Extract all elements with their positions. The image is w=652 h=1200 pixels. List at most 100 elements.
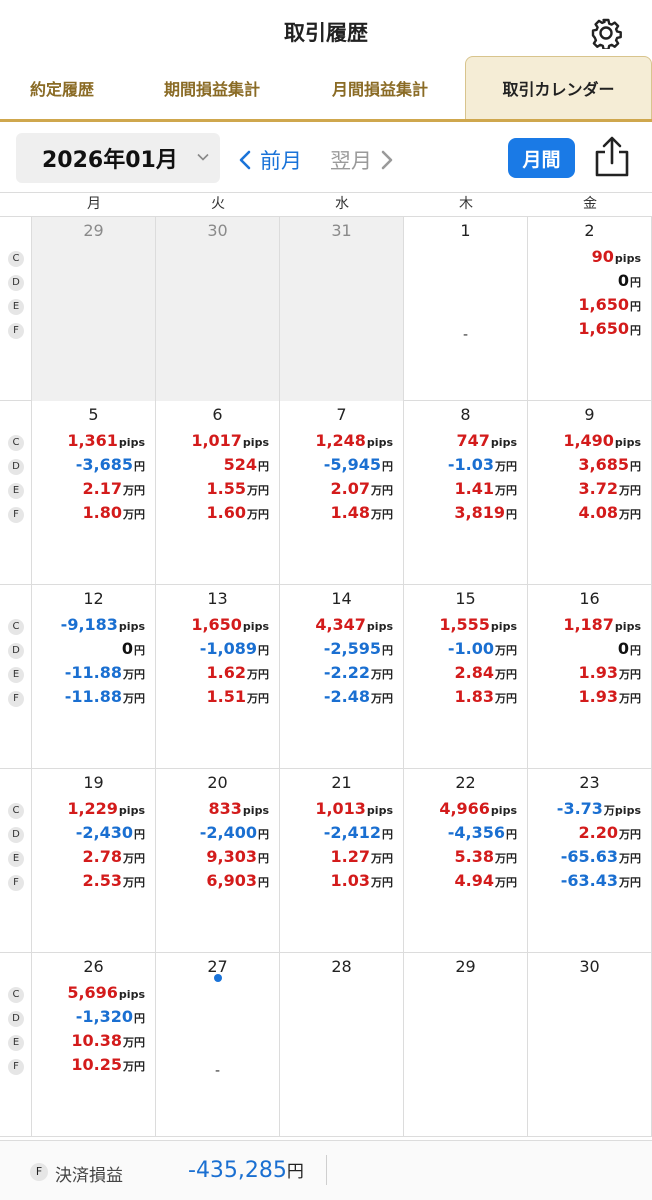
tab-period-pl[interactable]: 期間損益集計: [130, 56, 294, 119]
value-unit: 万円: [371, 852, 393, 865]
row-label-badge: D: [8, 459, 24, 475]
day-value: 1.41万円: [455, 479, 517, 498]
calendar-day[interactable]: 30: [156, 217, 280, 401]
value-number: 90: [591, 247, 614, 266]
calendar-day[interactable]: 2 90pips 0円 1,650円 1,650円: [528, 217, 652, 401]
value-unit: 円: [134, 828, 145, 841]
value-unit: 万円: [123, 1036, 145, 1049]
value-number: -3.73: [556, 799, 603, 818]
value-number: -2,400: [199, 823, 257, 842]
calendar-day[interactable]: 31: [280, 217, 404, 401]
value-unit: 円: [258, 828, 269, 841]
day-value: 1,490pips: [563, 431, 641, 450]
value-unit: 円: [506, 508, 517, 521]
calendar-day[interactable]: 1-: [404, 217, 528, 401]
value-unit: 円: [382, 460, 393, 473]
day-value: 1,187pips: [563, 615, 641, 634]
calendar-day[interactable]: 29: [404, 953, 528, 1137]
day-value: -11.88万円: [65, 663, 145, 682]
calendar-day[interactable]: 26 5,696pips -1,320円 10.38万円 10.25万円: [32, 953, 156, 1137]
value-unit: 万円: [371, 484, 393, 497]
day-number: 6: [212, 405, 223, 424]
calendar-day[interactable]: 23 -3.73万pips 2.20万円 -65.63万円 -63.43万円: [528, 769, 652, 953]
next-month-button[interactable]: 翌月: [330, 145, 396, 175]
calendar-day[interactable]: 16 1,187pips 0円 1.93万円 1.93万円: [528, 585, 652, 769]
value-unit: 円: [506, 828, 517, 841]
calendar-day[interactable]: 30: [528, 953, 652, 1137]
calendar-day[interactable]: 29: [32, 217, 156, 401]
value-number: 1,650: [191, 615, 242, 634]
calendar-day[interactable]: 8 747pips -1.03万円 1.41万円 3,819円: [404, 401, 528, 585]
calendar-day[interactable]: 13 1,650pips -1,089円 1.62万円 1.51万円: [156, 585, 280, 769]
next-month-label: 翌月: [330, 149, 372, 173]
monthly-button[interactable]: 月間: [508, 138, 575, 178]
calendar-day[interactable]: 28: [280, 953, 404, 1137]
value-unit: 円: [134, 460, 145, 473]
value-number: 10.38: [71, 1031, 122, 1050]
month-select[interactable]: 2026年01月: [16, 133, 220, 183]
calendar-day[interactable]: 7 1,248pips -5,945円 2.07万円 1.48万円: [280, 401, 404, 585]
value-number: 1,650: [578, 319, 629, 338]
day-value: 6,903円: [206, 871, 269, 890]
day-value: 1,650円: [578, 319, 641, 338]
value-unit: 円: [258, 852, 269, 865]
day-value: 1.93万円: [579, 687, 641, 706]
value-unit: 万円: [619, 852, 641, 865]
value-number: 524: [223, 455, 257, 474]
share-icon[interactable]: [592, 135, 632, 179]
day-value: -65.63万円: [561, 847, 641, 866]
tab-trade-history[interactable]: 約定履歴: [0, 56, 124, 119]
day-value: 524円: [224, 455, 269, 474]
calendar-day[interactable]: 27-: [156, 953, 280, 1137]
calendar-day[interactable]: 21 1,013pips -2,412円 1.27万円 1.03万円: [280, 769, 404, 953]
calendar-day[interactable]: 12 -9,183pips 0円 -11.88万円 -11.88万円: [32, 585, 156, 769]
day-number: 29: [455, 957, 476, 976]
row-label-badge: C: [8, 987, 24, 1003]
trade-calendar: 月火水木金 C D E F 29 30 31 1-2 90pips 0円 1,650円 1,650円 C…: [0, 192, 652, 1138]
day-value: -3.73万pips: [557, 799, 641, 818]
value-unit: 万円: [495, 852, 517, 865]
value-number: 1,017: [191, 431, 242, 450]
calendar-day[interactable]: 20 833pips -2,400円 9,303円 6,903円: [156, 769, 280, 953]
calendar-day[interactable]: 19 1,229pips -2,430円 2.78万円 2.53万円: [32, 769, 156, 953]
gear-icon[interactable]: [590, 17, 622, 49]
day-value: -11.88万円: [65, 687, 145, 706]
prev-month-button[interactable]: 前月: [236, 145, 302, 175]
value-number: 1,248: [315, 431, 366, 450]
value-number: -2.48: [323, 687, 370, 706]
value-unit: 万円: [123, 852, 145, 865]
day-number: 12: [83, 589, 104, 608]
value-number: 3,819: [454, 503, 505, 522]
day-value: -2.48万円: [324, 687, 393, 706]
calendar-day[interactable]: 14 4,347pips -2,595円 -2.22万円 -2.48万円: [280, 585, 404, 769]
value-number: -11.88: [64, 687, 122, 706]
day-number: 14: [331, 589, 352, 608]
page-title: 取引履歴: [284, 21, 368, 45]
day-value: -1,320円: [76, 1007, 145, 1026]
day-value: 1,229pips: [67, 799, 145, 818]
day-value: 2.84万円: [455, 663, 517, 682]
value-number: 1.80: [82, 503, 122, 522]
row-label-badge: E: [8, 299, 24, 315]
value-unit: 万円: [495, 460, 517, 473]
day-value: 1.55万円: [207, 479, 269, 498]
value-unit: 円: [630, 324, 641, 337]
tab-trade-calendar[interactable]: 取引カレンダー: [465, 56, 652, 119]
calendar-week: C D E F 19 1,229pips -2,430円 2.78万円 2.53万円 20 833p…: [0, 769, 652, 953]
calendar-day[interactable]: 5 1,361pips -3,685円 2.17万円 1.80万円: [32, 401, 156, 585]
value-unit: 円: [134, 644, 145, 657]
row-label-badge: E: [8, 483, 24, 499]
calendar-day[interactable]: 15 1,555pips -1.00万円 2.84万円 1.83万円: [404, 585, 528, 769]
calendar-day[interactable]: 9 1,490pips 3,685円 3.72万円 4.08万円: [528, 401, 652, 585]
calendar-day[interactable]: 22 4,966pips -4,356円 5.38万円 4.94万円: [404, 769, 528, 953]
value-number: 4.08: [578, 503, 618, 522]
calendar-day[interactable]: 6 1,017pips 524円 1.55万円 1.60万円: [156, 401, 280, 585]
value-number: 0: [617, 639, 629, 658]
value-number: -63.43: [560, 871, 618, 890]
day-number: 20: [207, 773, 228, 792]
day-value: 1,650pips: [191, 615, 269, 634]
value-unit: pips: [366, 620, 393, 633]
summary-footer: F 決済損益 -435,285円: [0, 1140, 652, 1200]
tab-monthly-pl[interactable]: 月間損益集計: [298, 56, 462, 119]
chevron-left-icon: [239, 150, 251, 170]
